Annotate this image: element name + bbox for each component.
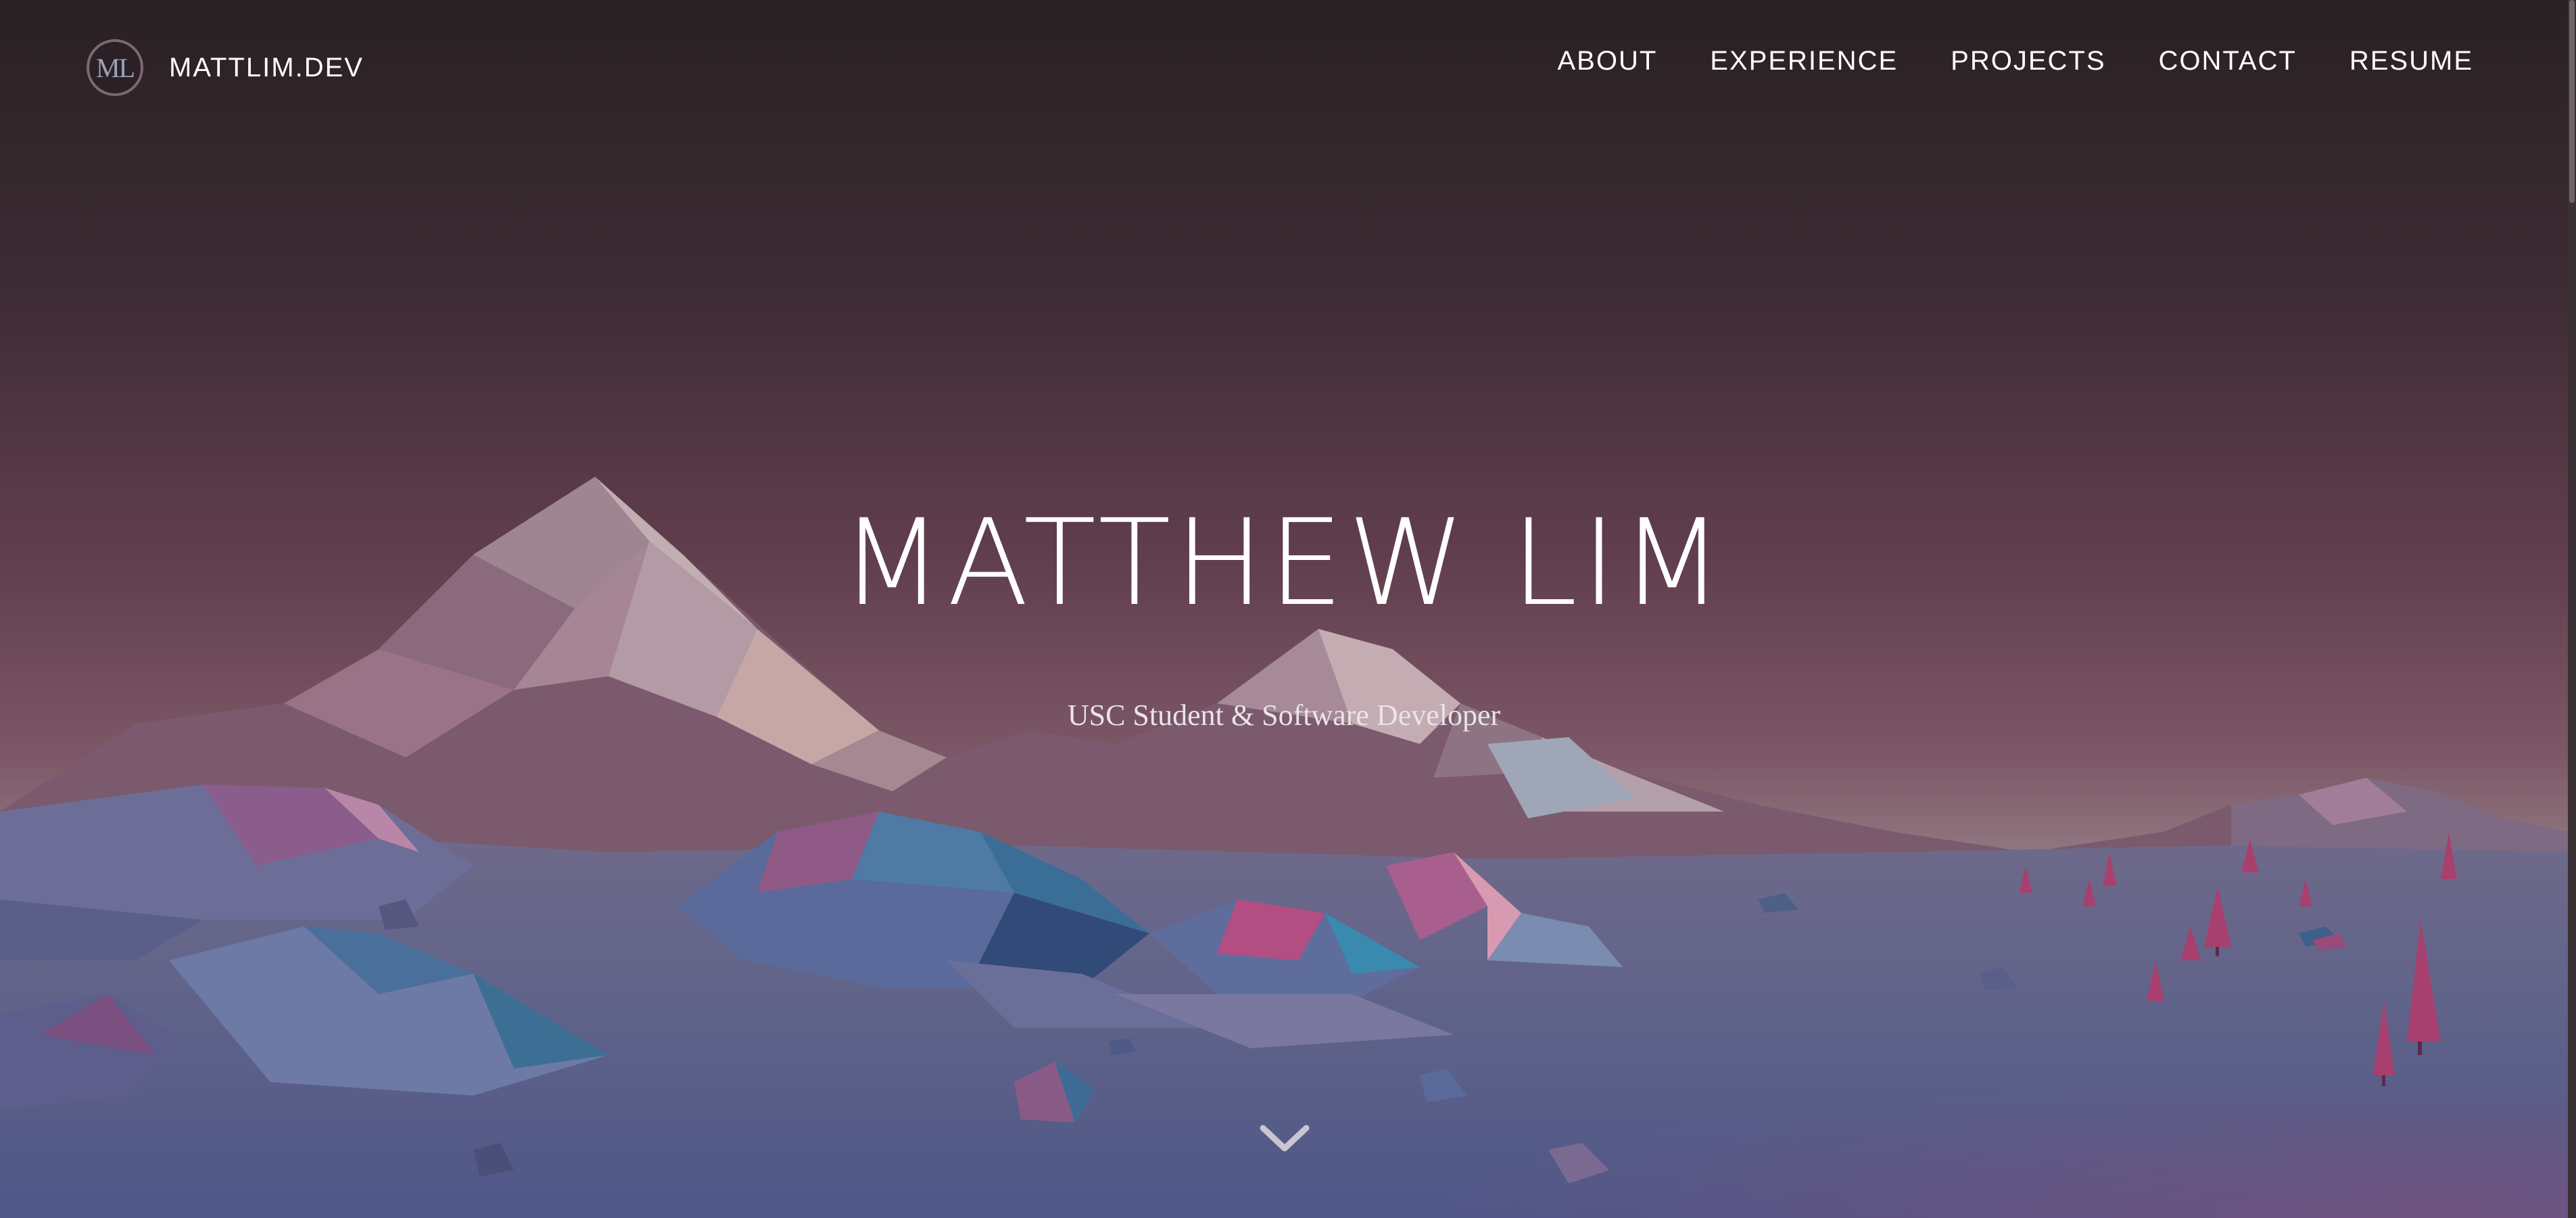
nav-link-projects[interactable]: PROJECTS bbox=[1951, 46, 2105, 76]
brand-monogram: ML bbox=[96, 52, 135, 83]
hero-title: MATTHEW LIM bbox=[840, 494, 1727, 632]
chevron-down-icon bbox=[1260, 1125, 1310, 1152]
nav-link-experience[interactable]: EXPERIENCE bbox=[1710, 46, 1898, 76]
nav-links: ABOUT EXPERIENCE PROJECTS CONTACT RESUME bbox=[1504, 46, 2473, 76]
scrollbar-thumb[interactable] bbox=[2569, 0, 2575, 203]
nav-link-contact[interactable]: CONTACT bbox=[2159, 46, 2297, 76]
hero-subtitle: USC Student & Software Developer bbox=[1067, 699, 1501, 732]
brand-logo: ML bbox=[87, 39, 143, 96]
brand-name: MATTLIM.DEV bbox=[169, 52, 364, 83]
scroll-down-button[interactable] bbox=[1259, 1121, 1310, 1156]
page: ML MATTLIM.DEV ABOUT EXPERIENCE PROJECTS… bbox=[0, 0, 2576, 1218]
brand-home-link[interactable]: ML MATTLIM.DEV bbox=[87, 39, 364, 96]
nav-link-resume[interactable]: RESUME bbox=[2350, 46, 2473, 76]
scrollbar[interactable] bbox=[2568, 0, 2576, 1218]
top-navbar: ML MATTLIM.DEV ABOUT EXPERIENCE PROJECTS… bbox=[0, 0, 2568, 142]
nav-link-about[interactable]: ABOUT bbox=[1557, 46, 1657, 76]
